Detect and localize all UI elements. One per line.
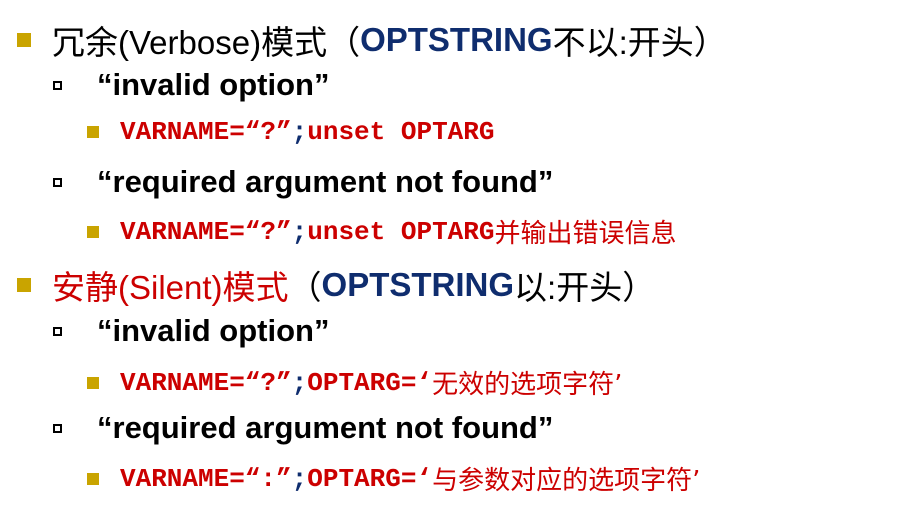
optarg-code: unset OPTARG (307, 216, 495, 247)
gold-square-bullet-icon (17, 278, 31, 292)
verbose-open-paren: （ (327, 24, 361, 61)
verbose-case-invalid-option-result: VARNAME=“?” ; unset OPTARG (0, 117, 494, 147)
gold-square-bullet-icon (87, 376, 99, 389)
varname-code: VARNAME=“?” (120, 216, 292, 247)
optarg-code: OPTARG=‘ (307, 367, 433, 398)
semicolon: ; (291, 216, 308, 247)
silent-case-invalid-option-result: VARNAME=“?” ; OPTARG=‘ 无效的选项字符’ (0, 364, 622, 401)
verbose-case-required-argument: “required argument not found” (0, 164, 553, 200)
gold-square-bullet-icon (87, 126, 99, 138)
verbose-case-invalid-option: “invalid option” (0, 67, 330, 103)
silent-title: 安静(Silent)模式 (52, 269, 289, 306)
semicolon: ; (291, 367, 308, 398)
optarg-value-note: 与参数对应的选项字符’ (432, 466, 701, 496)
semicolon: ; (291, 117, 308, 147)
verbose-heading: 冗余(Verbose)模式 （ OPTSTRING 不以:开头） (0, 16, 727, 64)
gold-square-bullet-icon (87, 472, 99, 485)
hollow-square-bullet-icon (53, 177, 62, 187)
silent-heading: 安静(Silent)模式 （ OPTSTRING 以:开头） (0, 261, 655, 309)
silent-optstring: OPTSTRING (321, 266, 515, 303)
varname-code: VARNAME=“:” (120, 463, 292, 494)
silent-rule: 以:开头） (514, 269, 656, 306)
verbose-rule: 不以:开头） (552, 24, 727, 61)
case-label: “required argument not found” (97, 164, 554, 199)
case-label: “required argument not found” (97, 410, 554, 445)
silent-case-required-argument: “required argument not found” (0, 410, 553, 446)
silent-open-paren: （ (288, 269, 322, 306)
case-label: “invalid option” (97, 67, 330, 102)
error-output-note: 并输出错误信息 (494, 219, 677, 249)
semicolon: ; (291, 463, 308, 494)
verbose-title: 冗余(Verbose)模式 (52, 24, 328, 61)
hollow-square-bullet-icon (53, 423, 62, 433)
hollow-square-bullet-icon (53, 80, 62, 90)
gold-square-bullet-icon (87, 225, 99, 238)
optarg-code: unset OPTARG (307, 117, 495, 147)
gold-square-bullet-icon (17, 33, 31, 47)
varname-code: VARNAME=“?” (120, 367, 292, 398)
varname-code: VARNAME=“?” (120, 117, 292, 147)
silent-case-required-argument-result: VARNAME=“:” ; OPTARG=‘ 与参数对应的选项字符’ (0, 460, 700, 497)
optarg-code: OPTARG=‘ (307, 463, 433, 494)
hollow-square-bullet-icon (53, 326, 62, 336)
verbose-case-required-argument-result: VARNAME=“?” ; unset OPTARG 并输出错误信息 (0, 213, 677, 250)
verbose-optstring: OPTSTRING (360, 21, 553, 58)
optarg-value-note: 无效的选项字符’ (432, 370, 623, 400)
silent-case-invalid-option: “invalid option” (0, 313, 330, 349)
case-label: “invalid option” (97, 313, 330, 348)
